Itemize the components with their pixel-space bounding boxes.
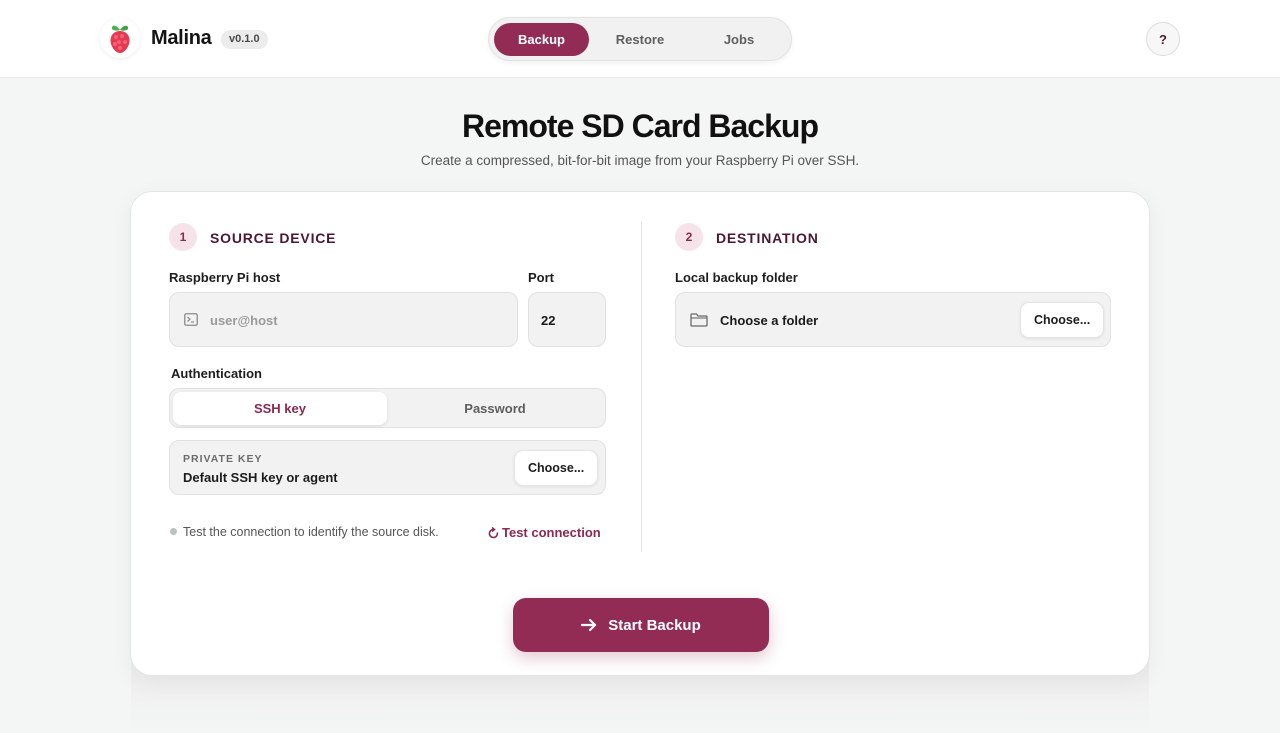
private-key-label: PRIVATE KEY bbox=[183, 453, 263, 465]
connection-status-text: Test the connection to identify the sour… bbox=[183, 525, 439, 539]
tab-backup[interactable]: Backup bbox=[494, 23, 589, 56]
app-name: Malina bbox=[151, 27, 212, 49]
help-button[interactable]: ? bbox=[1146, 22, 1180, 56]
raspberry-logo-icon bbox=[100, 18, 140, 58]
auth-segmented-control: SSH key Password bbox=[169, 388, 606, 428]
test-connection-link[interactable]: Test connection bbox=[488, 525, 601, 540]
main-nav: Backup Restore Jobs bbox=[488, 17, 792, 61]
folder-value: Choose a folder bbox=[720, 313, 819, 328]
port-label: Port bbox=[528, 270, 554, 285]
test-connection-label: Test connection bbox=[502, 525, 601, 540]
terminal-icon bbox=[184, 313, 198, 326]
tab-restore[interactable]: Restore bbox=[592, 23, 688, 56]
tab-jobs[interactable]: Jobs bbox=[691, 23, 787, 56]
host-input[interactable]: user@host bbox=[169, 292, 518, 347]
private-key-field: PRIVATE KEY Default SSH key or agent Cho… bbox=[169, 440, 606, 495]
arrow-right-icon bbox=[581, 618, 597, 632]
host-placeholder: user@host bbox=[210, 313, 278, 328]
choose-folder-button[interactable]: Choose... bbox=[1020, 302, 1105, 338]
section-divider bbox=[641, 222, 642, 552]
step-number-destination: 2 bbox=[675, 223, 703, 251]
page-subtitle: Create a compressed, bit-for-bit image f… bbox=[420, 153, 860, 168]
backup-card: 1 SOURCE DEVICE Raspberry Pi host user@h… bbox=[130, 191, 1150, 676]
start-backup-label: Start Backup bbox=[608, 616, 701, 634]
start-backup-button[interactable]: Start Backup bbox=[513, 598, 769, 652]
folder-label: Local backup folder bbox=[675, 270, 798, 285]
folder-icon bbox=[690, 313, 708, 327]
auth-option-ssh-key[interactable]: SSH key bbox=[173, 392, 387, 425]
port-value: 22 bbox=[541, 313, 556, 328]
port-input[interactable]: 22 bbox=[528, 292, 606, 347]
private-key-value: Default SSH key or agent bbox=[183, 470, 338, 485]
step-number-source: 1 bbox=[169, 223, 197, 251]
page-title: Remote SD Card Backup bbox=[462, 108, 819, 144]
choose-key-button[interactable]: Choose... bbox=[514, 450, 599, 486]
destination-section-title: DESTINATION bbox=[716, 230, 819, 246]
app-header: Malina v0.1.0 Backup Restore Jobs ? bbox=[0, 0, 1280, 78]
refresh-icon bbox=[488, 526, 499, 539]
auth-option-password[interactable]: Password bbox=[388, 392, 602, 425]
host-label: Raspberry Pi host bbox=[169, 270, 281, 285]
version-badge: v0.1.0 bbox=[221, 30, 268, 49]
folder-field[interactable]: Choose a folder Choose... bbox=[675, 292, 1111, 347]
auth-label: Authentication bbox=[171, 366, 262, 381]
status-dot bbox=[170, 528, 177, 535]
source-section-title: SOURCE DEVICE bbox=[210, 230, 337, 246]
